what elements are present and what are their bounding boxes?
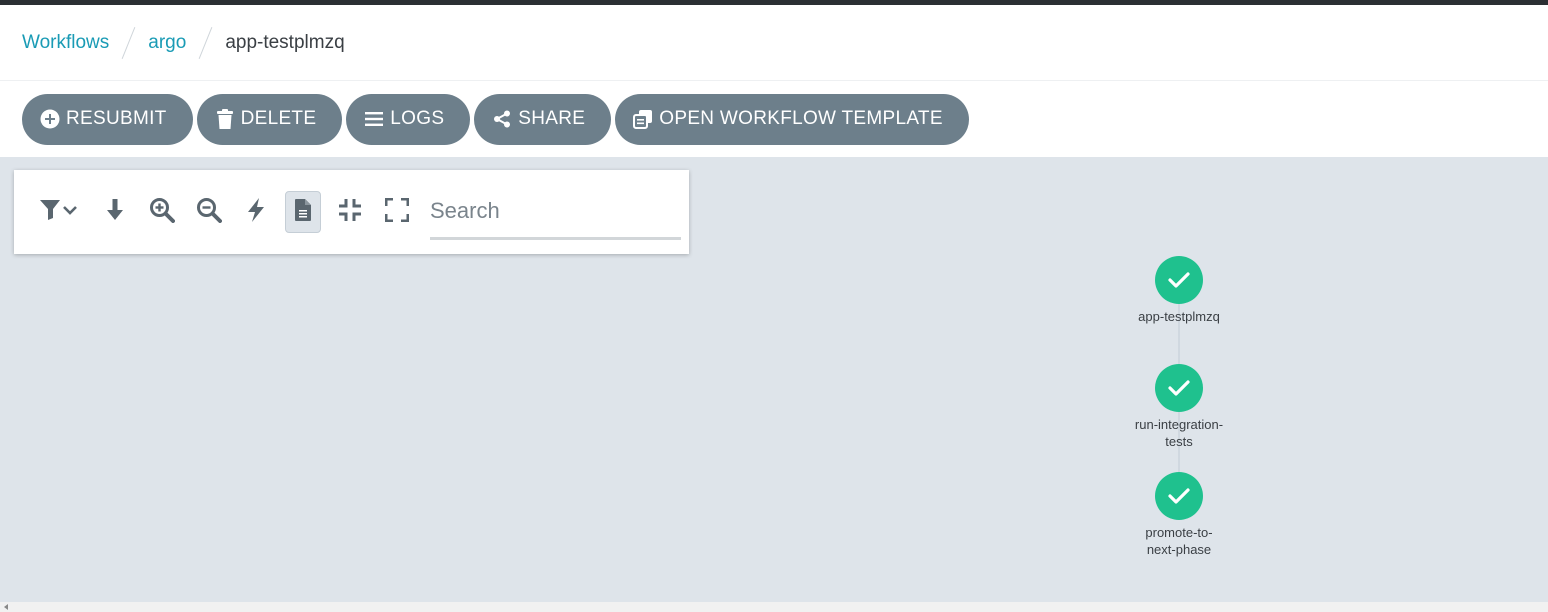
zoom-in-button[interactable] — [144, 191, 180, 233]
graph-toolbar — [14, 170, 689, 254]
document-icon — [294, 198, 312, 227]
node-status-circle[interactable] — [1155, 472, 1203, 520]
lightning-icon — [246, 197, 266, 228]
plus-circle-icon — [40, 109, 60, 129]
graph-node-run-integration-tests[interactable]: run-integration-tests — [1135, 364, 1223, 449]
fullscreen-button[interactable] — [379, 191, 415, 233]
breadcrumb-separator — [121, 26, 136, 59]
node-status-circle[interactable] — [1155, 364, 1203, 412]
filter-dropdown[interactable] — [36, 191, 86, 233]
copy-icon — [633, 109, 653, 129]
node-label: run-integration- — [1135, 417, 1223, 432]
breadcrumb: Workflows argo app-testplmzq — [0, 5, 1548, 81]
graph-node-promote-to-next-phase[interactable]: promote-to-next-phase — [1145, 472, 1213, 557]
open-workflow-template-label: OPEN WORKFLOW TEMPLATE — [659, 108, 943, 129]
node-label: app-testplmzq — [1138, 309, 1220, 324]
graph-node-app-testplmzq[interactable]: app-testplmzq — [1138, 256, 1220, 324]
zoom-out-button[interactable] — [191, 191, 227, 233]
trash-icon — [215, 109, 235, 129]
scroll-left-arrow-icon[interactable] — [2, 602, 12, 612]
breadcrumb-current: app-testplmzq — [225, 31, 345, 53]
share-icon — [492, 109, 512, 129]
breadcrumb-separator — [198, 26, 213, 59]
breadcrumb-workflows-link[interactable]: Workflows — [22, 32, 109, 54]
download-button[interactable] — [97, 191, 133, 233]
document-toggle-button[interactable] — [285, 191, 321, 233]
workflow-graph-canvas[interactable]: app-testplmzq run-integration-tests promot… — [0, 157, 1548, 602]
resubmit-button[interactable]: RESUBMIT — [22, 93, 193, 145]
collapse-button[interactable] — [332, 191, 368, 233]
fullscreen-icon — [384, 197, 410, 227]
horizontal-scrollbar[interactable] — [0, 602, 1548, 612]
node-status-circle[interactable] — [1155, 256, 1203, 304]
node-label: next-phase — [1147, 542, 1211, 557]
logs-label: LOGS — [390, 108, 445, 129]
share-button[interactable]: SHARE — [474, 93, 612, 145]
resubmit-label: RESUBMIT — [66, 108, 167, 129]
breadcrumb-namespace-link[interactable]: argo — [148, 32, 186, 54]
download-icon — [106, 198, 124, 227]
delete-label: DELETE — [240, 108, 317, 129]
zoom-in-icon — [149, 197, 175, 228]
logs-button[interactable]: LOGS — [346, 93, 471, 145]
share-label: SHARE — [518, 108, 586, 129]
collapse-icon — [338, 198, 362, 227]
node-label: promote-to- — [1145, 525, 1212, 540]
zoom-out-icon — [196, 197, 222, 228]
open-workflow-template-button[interactable]: OPEN WORKFLOW TEMPLATE — [615, 93, 969, 145]
bars-icon — [364, 109, 384, 129]
filter-icon — [39, 199, 83, 226]
delete-button[interactable]: DELETE — [196, 93, 343, 145]
action-bar: RESUBMIT DELETE LOGS SHARE OPEN WORKFLOW… — [0, 81, 1548, 157]
search-input[interactable] — [430, 184, 681, 240]
fast-layout-button[interactable] — [238, 191, 274, 233]
node-label: tests — [1165, 434, 1193, 449]
